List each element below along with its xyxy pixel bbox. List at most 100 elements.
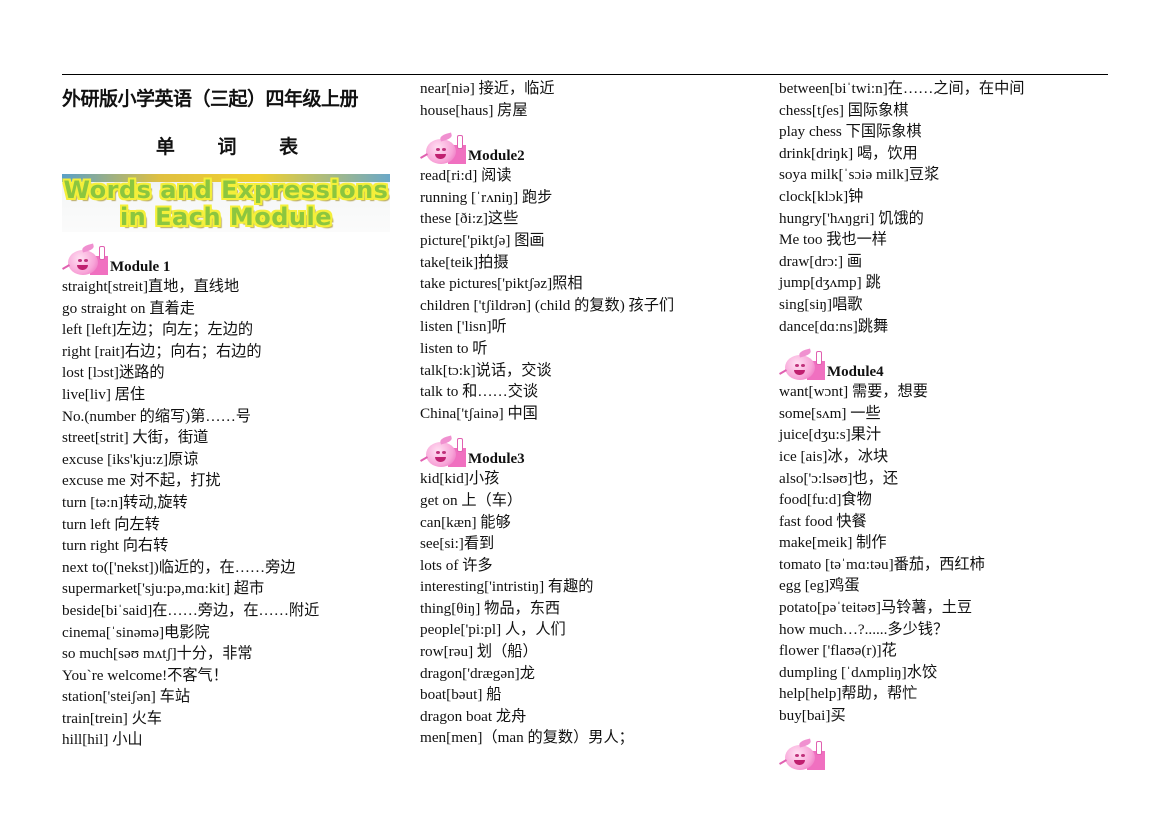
vocab-entry: right [rait]右边；向右；右边的 [62,342,262,360]
vocab-entry: these [ði:z]这些 [420,210,519,228]
vocab-entry: No.(number 的缩写)第……号 [62,407,251,425]
vocab-entry: soya milk[ˈsɔiə milk]豆浆 [779,166,940,184]
apple-mascot-icon [420,132,470,165]
vocab-entry: juice[dʒu:s]果汁 [779,426,882,444]
vocab-entry: dragon['drægən]龙 [420,664,535,682]
header-rule [62,74,1108,75]
vocab-entry: You`re welcome!不客气！ [62,666,228,684]
module-title: Module3 [468,451,525,468]
vocab-entry: draw[drɔ:] 画 [779,252,863,270]
vocab-entry: go straight on 直着走 [62,299,195,317]
module-heading: Module2 [420,131,760,165]
document-subtitle: 单 词 表 [155,136,317,158]
vocab-entry: so much[səʊ mʌtʃ]十分，非常 [62,645,253,663]
vocab-entry: listen ['lisn]听 [420,318,507,336]
vocab-entry: want[wɔnt] 需要，想要 [779,383,928,401]
vocab-entry: excuse [iks'kju:z]原谅 [62,450,199,468]
vocab-entry: turn right 向右转 [62,537,169,555]
module-title: Module4 [827,364,884,381]
vocab-entry: read[ri:d] 阅读 [420,167,512,185]
apple-mascot-icon [420,435,470,468]
vocab-entry: tomato [təˈmɑ:təu]番茄，西红柿 [779,555,985,573]
vocab-entry: listen to 听 [420,339,488,357]
vocab-entry: make[meik] 制作 [779,534,887,552]
vocab-entry: street[strit] 大街，街道 [62,429,209,447]
vocab-entry: buy[bai]买 [779,707,846,725]
vocab-entry: potato[pəˈteitəʊ]马铃薯，土豆 [779,599,973,617]
vocab-entry: left [left]左边；向左；左边的 [62,321,254,339]
vocab-entry: next to(['nekst])临近的，在……旁边 [62,558,296,576]
vocab-entry: see[si:]看到 [420,535,495,553]
vocab-entry: between[biˈtwi:n]在……之间，在中间 [779,80,1025,97]
vocab-list: kid[kid]小孩 get on 上（车） can[kæn] 能够 see[si:]… [420,468,760,749]
vocab-entry: ice [ais]冰，冰块 [779,447,889,465]
vocab-entry: flower ['flaʊə(r)]花 [779,642,897,660]
vocab-entry: interesting['intristiŋ] 有趣的 [420,578,594,596]
vocab-entry: lost [lɔst]迷路的 [62,364,165,382]
banner-line-1: Words and Expressions [63,176,389,204]
vocab-entry: food[fu:d]食物 [779,491,872,509]
column-3: between[biˈtwi:n]在……之间，在中间 chess[tʃes] 国际… [779,78,1109,771]
vocab-list: straight[streit]直地，直线地 go straight on 直着走… [62,276,392,751]
vocab-entry: clock[klɔk]钟 [779,187,864,205]
apple-mascot-icon [62,243,112,276]
vocab-entry: house[haus] 房屋 [420,101,528,119]
vocab-list-continued: between[biˈtwi:n]在……之间，在中间 chess[tʃes] 国际… [779,78,1109,337]
vocab-list: want[wɔnt] 需要，想要 some[sʌm] 一些 juice[dʒu:s]… [779,381,1109,727]
vocab-entry: dance[dɑ:ns]跳舞 [779,317,889,335]
vocab-entry: drink[driŋk] 喝，饮用 [779,144,918,162]
vocab-entry: beside[biˈsaid]在……旁边，在……附近 [62,601,320,619]
module-heading: Module 1 [62,242,392,276]
apple-mascot-icon [779,738,829,771]
vocab-entry: also['ɔ:lsəʊ]也，还 [779,469,899,487]
vocab-entry: people['pi:pl] 人，人们 [420,621,566,639]
module-title: Module2 [468,148,525,165]
vocab-entry: get on 上（车） [420,491,523,509]
vocab-entry: some[sʌm] 一些 [779,404,881,422]
vocab-entry: station['steiʃən] 车站 [62,688,191,706]
module-title: Module 1 [110,259,171,275]
vocab-entry: sing[siŋ]唱歌 [779,295,863,313]
vocab-entry: Me too 我也一样 [779,231,887,249]
vocab-entry: hungry['hʌŋgri] 饥饿的 [779,209,924,227]
vocab-entry: play chess 下国际象棋 [779,123,922,141]
vocab-entry: excuse me 对不起，打扰 [62,472,221,490]
vocab-list-continued: near[niə] 接近，临近 house[haus] 房屋 [420,78,760,121]
module-heading: Module4 [779,347,1109,381]
vocab-entry: near[niə] 接近，临近 [420,80,555,97]
vocab-entry: fast food 快餐 [779,512,867,530]
vocab-entry: straight[streit]直地，直线地 [62,278,240,295]
banner-line-2: in Each Module [119,203,333,231]
column-1: 外研版小学英语（三起）四年级上册 单 词 表 Words and Express… [62,78,392,751]
vocab-entry: turn [tə:n]转动,旋转 [62,493,188,511]
module-heading: Module3 [420,434,760,468]
vocab-entry: dumpling [ˈdʌmpliŋ]水饺 [779,663,938,681]
vocab-entry: supermarket['sju:pə,mɑ:kit] 超市 [62,580,265,598]
vocab-entry: dragon boat 龙舟 [420,707,527,725]
vocab-entry: train[trein] 火车 [62,709,162,727]
vocab-entry: running [ˈrʌniŋ] 跑步 [420,188,553,206]
vocab-entry: take pictures['piktʃəz]照相 [420,275,583,293]
vocab-entry: row[rəu] 划（船） [420,643,538,661]
vocab-entry: turn left 向左转 [62,515,160,533]
vocab-entry: jump[dʒʌmp] 跳 [779,274,881,292]
vocab-entry: boat[bəut] 船 [420,686,502,704]
vocab-entry: hill[hil] 小山 [62,731,143,749]
vocab-list: read[ri:d] 阅读 running [ˈrʌniŋ] 跑步 these [ð… [420,165,760,424]
vocab-entry: men[men]（man 的复数）男人； [420,729,634,747]
vocab-entry: take[teik]拍摄 [420,253,509,271]
vocab-entry: children ['tʃildrən] (child 的复数) 孩子们 [420,296,675,314]
vocab-entry: kid[kid]小孩 [420,470,500,488]
apple-mascot-icon [779,348,829,381]
vocab-entry: can[kæn] 能够 [420,513,511,531]
vocab-entry: cinema[ˈsinəmə]电影院 [62,623,210,641]
vocab-entry: talk to 和……交谈 [420,383,539,401]
vocab-entry: picture['piktʃə] 图画 [420,231,545,249]
column-2: near[niə] 接近，临近 house[haus] 房屋 Module2 re… [420,78,760,749]
vocab-entry: help[help]帮助，帮忙 [779,685,918,703]
vocab-entry: live[liv] 居住 [62,385,146,403]
vocab-entry: China['tʃainə] 中国 [420,404,538,422]
vocab-entry: chess[tʃes] 国际象棋 [779,101,909,119]
words-expressions-banner: Words and Expressions in Each Module [62,174,390,232]
vocab-entry: lots of 许多 [420,556,493,574]
